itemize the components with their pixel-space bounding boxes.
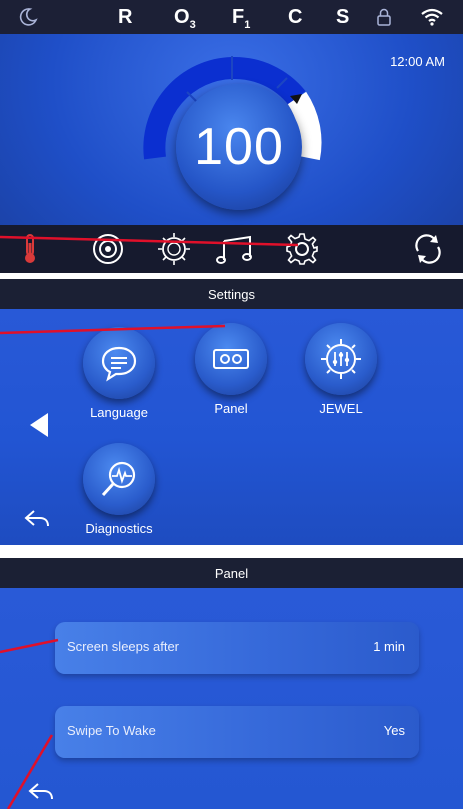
language-tile[interactable]: Language [74, 327, 164, 420]
chat-bubble-icon [101, 346, 137, 382]
music-icon[interactable] [216, 231, 258, 267]
diagnostics-tile-circle [83, 443, 155, 515]
status-indicator-c: C [288, 6, 303, 28]
panel-settings-screen: Panel Screen sleeps after 1 min Swipe To… [0, 558, 463, 809]
jewel-tile-label: JEWEL [319, 401, 363, 416]
panel-title-bar: Panel [0, 558, 463, 588]
screen-sleep-label: Screen sleeps after [67, 639, 180, 654]
back-icon[interactable] [24, 507, 50, 529]
panel-tile-label: Panel [214, 401, 248, 416]
settings-title-bar: Settings [0, 279, 463, 309]
light-icon[interactable] [156, 231, 192, 267]
jewel-tile-circle [305, 323, 377, 395]
clock-time: 12:00 AM [390, 54, 445, 69]
home-toolbar [0, 225, 463, 273]
panel-tile-circle [195, 323, 267, 395]
panel-tile[interactable]: Panel [186, 323, 276, 416]
temperature-value: 100 [194, 118, 284, 176]
jewel-icon [321, 339, 361, 379]
status-indicator-filter: F1 [232, 6, 251, 31]
jewel-tile[interactable]: JEWEL [296, 323, 386, 416]
panel-icon [213, 349, 249, 369]
swipe-to-wake-label: Swipe To Wake [67, 723, 156, 738]
lock-icon [377, 8, 391, 26]
magnifier-pulse-icon [101, 461, 136, 497]
temperature-button[interactable]: 100 [176, 84, 302, 210]
status-indicator-s: S [336, 6, 350, 28]
status-indicator-ozone: O3 [174, 6, 196, 31]
swipe-to-wake-value: Yes [383, 723, 405, 738]
language-tile-circle [83, 327, 155, 399]
language-tile-label: Language [90, 405, 148, 420]
panel-title: Panel [214, 565, 249, 581]
wifi-icon [421, 8, 443, 26]
diagnostics-tile-label: Diagnostics [85, 521, 153, 536]
status-bar: R O3 F1 C S [0, 0, 463, 34]
refresh-icon[interactable] [410, 231, 446, 267]
screen-sleep-row[interactable]: Screen sleeps after 1 min [55, 622, 419, 674]
gear-icon[interactable] [284, 231, 320, 267]
status-indicator-r: R [118, 6, 133, 28]
jets-icon[interactable] [90, 231, 126, 267]
swipe-to-wake-row[interactable]: Swipe To Wake Yes [55, 706, 419, 758]
home-screen: R O3 F1 C S 12:00 AM 100 [0, 0, 463, 273]
thermometer-icon[interactable] [12, 231, 48, 267]
previous-page-arrow-icon[interactable] [28, 411, 50, 439]
diagnostics-tile[interactable]: Diagnostics [74, 443, 164, 536]
settings-screen: Settings Language Panel JEWEL Diagnostic… [0, 279, 463, 545]
screen-sleep-value: 1 min [373, 639, 405, 654]
settings-title: Settings [208, 286, 255, 302]
back-icon-panel[interactable] [28, 780, 54, 802]
moon-icon [19, 8, 38, 26]
